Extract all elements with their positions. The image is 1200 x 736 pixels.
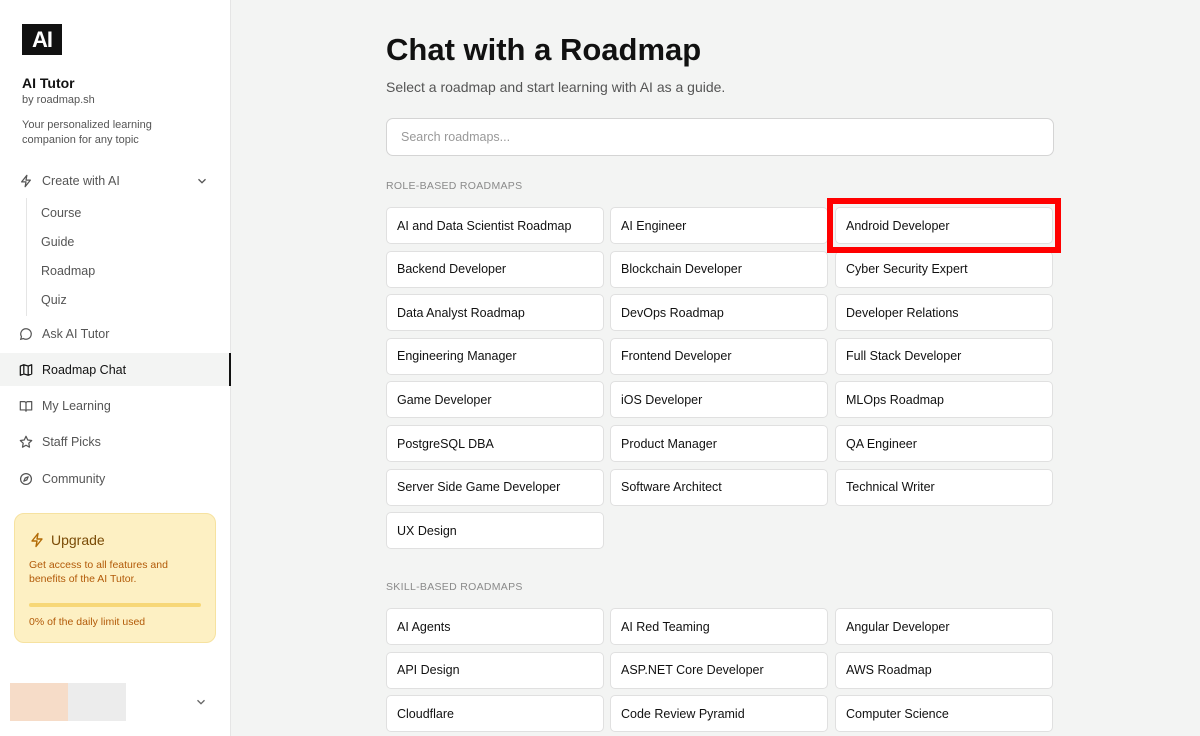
roadmap-card[interactable]: AI and Data Scientist Roadmap bbox=[386, 207, 604, 244]
roadmap-card[interactable]: AWS Roadmap bbox=[835, 651, 1053, 689]
sidebar: AI AI Tutor by roadmap.sh Your personali… bbox=[0, 0, 231, 736]
page-subtitle: Select a roadmap and start learning with… bbox=[386, 79, 726, 95]
roadmap-card[interactable]: AI Agents bbox=[386, 608, 604, 645]
nav-label: Ask AI Tutor bbox=[42, 327, 110, 341]
compass-icon bbox=[18, 471, 34, 487]
subnav-guide[interactable]: Guide bbox=[41, 235, 74, 249]
usage-progress-bar bbox=[29, 603, 201, 607]
upgrade-card[interactable]: Upgrade Get access to all features and b… bbox=[14, 513, 216, 643]
roadmap-card[interactable]: API Design bbox=[386, 651, 604, 689]
roadmap-card[interactable]: Engineering Manager bbox=[386, 337, 604, 375]
nav-label: Create with AI bbox=[42, 174, 120, 188]
nav-label: Staff Picks bbox=[42, 435, 101, 449]
roadmap-card[interactable]: Backend Developer bbox=[386, 250, 604, 288]
create-subnav: Course Guide Roadmap Quiz bbox=[26, 198, 206, 316]
roadmap-card[interactable]: UX Design bbox=[386, 512, 604, 550]
roadmap-card[interactable]: Frontend Developer bbox=[610, 337, 828, 375]
roadmap-card[interactable]: Game Developer bbox=[386, 381, 604, 419]
app-description: Your personalized learning companion for… bbox=[22, 119, 152, 146]
roadmap-card[interactable]: MLOps Roadmap bbox=[835, 381, 1053, 419]
lightning-icon bbox=[31, 532, 43, 548]
chevron-down-icon[interactable] bbox=[195, 174, 209, 188]
avatar[interactable] bbox=[10, 683, 68, 721]
roadmap-card[interactable]: QA Engineer bbox=[835, 425, 1053, 462]
roadmap-card[interactable]: Server Side Game Developer bbox=[386, 468, 604, 506]
nav-create-with-ai[interactable]: Create with AI bbox=[0, 165, 231, 197]
section-label-skill-based: SKILL-BASED ROADMAPS bbox=[386, 581, 523, 593]
roadmap-card[interactable]: Android Developer bbox=[835, 207, 1053, 244]
roadmap-card[interactable]: ASP.NET Core Developer bbox=[610, 651, 828, 689]
roadmap-card[interactable]: Product Manager bbox=[610, 425, 828, 462]
upgrade-description: Get access to all features and benefits … bbox=[29, 559, 168, 585]
subnav-quiz[interactable]: Quiz bbox=[41, 293, 67, 307]
nav-label: Community bbox=[42, 472, 106, 486]
search-input[interactable] bbox=[386, 118, 1054, 156]
nav-ask-ai-tutor[interactable]: Ask AI Tutor bbox=[0, 318, 231, 350]
section-label-role-based: ROLE-BASED ROADMAPS bbox=[386, 180, 523, 192]
subnav-course[interactable]: Course bbox=[41, 206, 81, 220]
nav-label: My Learning bbox=[42, 399, 111, 413]
roadmap-card[interactable]: iOS Developer bbox=[610, 381, 828, 419]
roadmap-card[interactable]: Full Stack Developer bbox=[835, 337, 1053, 375]
roadmap-card[interactable]: Cyber Security Expert bbox=[835, 250, 1053, 288]
chat-bubble-icon bbox=[18, 326, 34, 342]
user-name-placeholder[interactable] bbox=[68, 683, 126, 721]
app-by: by roadmap.sh bbox=[22, 94, 95, 106]
roadmap-card[interactable]: Data Analyst Roadmap bbox=[386, 294, 604, 332]
roadmap-card[interactable]: Technical Writer bbox=[835, 468, 1053, 506]
chevron-down-icon[interactable] bbox=[194, 695, 208, 709]
roadmap-card[interactable]: PostgreSQL DBA bbox=[386, 425, 604, 462]
roadmap-card[interactable]: Cloudflare bbox=[386, 695, 604, 733]
usage-text: 0% of the daily limit used bbox=[29, 616, 146, 628]
lightning-icon bbox=[18, 173, 34, 189]
roadmap-card[interactable]: AI Red Teaming bbox=[610, 608, 828, 645]
nav-my-learning[interactable]: My Learning bbox=[0, 390, 231, 422]
roadmap-card[interactable]: DevOps Roadmap bbox=[610, 294, 828, 332]
roadmap-card[interactable]: Computer Science bbox=[835, 695, 1053, 733]
star-icon bbox=[18, 434, 34, 450]
nav-staff-picks[interactable]: Staff Picks bbox=[0, 426, 231, 458]
roadmap-card[interactable]: Software Architect bbox=[610, 468, 828, 506]
nav-community[interactable]: Community bbox=[0, 463, 231, 495]
book-icon bbox=[18, 398, 34, 414]
app-title: AI Tutor bbox=[22, 75, 75, 91]
roadmap-card[interactable]: AI Engineer bbox=[610, 207, 828, 244]
roadmap-card[interactable]: Code Review Pyramid bbox=[610, 695, 828, 733]
roadmap-card[interactable]: Developer Relations bbox=[835, 294, 1053, 332]
ai-tutor-logo[interactable]: AI bbox=[22, 24, 62, 55]
nav-label: Roadmap Chat bbox=[42, 362, 127, 377]
page-title: Chat with a Roadmap bbox=[386, 32, 702, 67]
map-icon bbox=[18, 362, 34, 378]
roadmap-card[interactable]: Angular Developer bbox=[835, 608, 1053, 645]
upgrade-title: Upgrade bbox=[51, 532, 105, 548]
subnav-roadmap[interactable]: Roadmap bbox=[41, 264, 95, 278]
nav-roadmap-chat[interactable]: Roadmap Chat bbox=[0, 353, 231, 386]
roadmap-card[interactable]: Blockchain Developer bbox=[610, 250, 828, 288]
